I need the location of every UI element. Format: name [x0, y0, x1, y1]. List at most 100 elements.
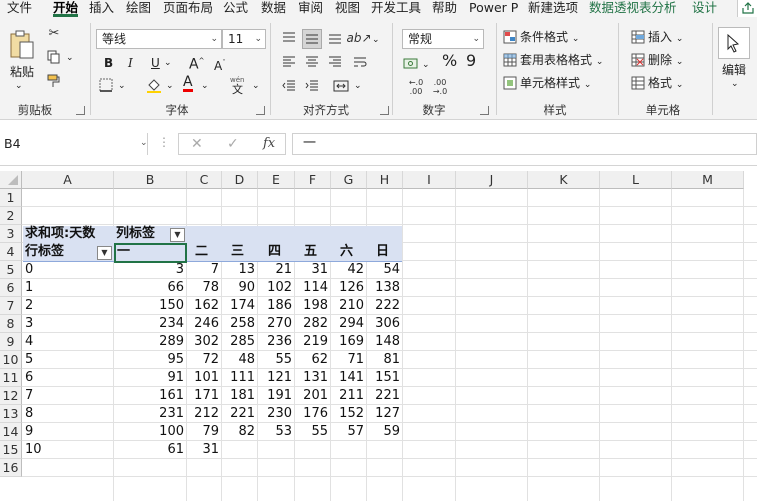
pivot-value-cell[interactable]: [258, 441, 295, 459]
phonetic-dropdown-icon[interactable]: ⌄: [252, 79, 260, 93]
pivot-value-cell[interactable]: 138: [367, 279, 403, 297]
conditional-format-button[interactable]: 条件格式 ⌄: [520, 30, 579, 46]
pivot-value-cell[interactable]: 62: [295, 351, 331, 369]
cell-styles-button[interactable]: 单元格样式 ⌄: [520, 76, 591, 92]
font-name-box[interactable]: 等线 ⌄: [96, 29, 222, 49]
comma-button[interactable]: 9: [466, 53, 476, 69]
pivot-value-cell[interactable]: 72: [187, 351, 222, 369]
tab-file[interactable]: 文件: [7, 0, 32, 17]
number-format-box[interactable]: 常规 ⌄: [402, 29, 484, 49]
pivot-value-cell[interactable]: 161: [114, 387, 187, 405]
pivot-value-cell[interactable]: 91: [114, 369, 187, 387]
column-header-i[interactable]: I: [403, 171, 456, 189]
pivot-value-cell[interactable]: 294: [331, 315, 367, 333]
pivot-value-cell[interactable]: 231: [114, 405, 187, 423]
column-header-e[interactable]: E: [258, 171, 295, 189]
pivot-value-cell[interactable]: 191: [258, 387, 295, 405]
formula-input[interactable]: 一: [292, 133, 757, 155]
pivot-value-cell[interactable]: 282: [295, 315, 331, 333]
row-header-6[interactable]: 6: [0, 279, 22, 297]
pivot-row-label-9[interactable]: 9: [25, 423, 110, 441]
pivot-value-cell[interactable]: 81: [367, 351, 403, 369]
row-header-7[interactable]: 7: [0, 297, 22, 315]
fill-color-icon[interactable]: [146, 77, 162, 93]
tab-new-options[interactable]: 新建选项: [528, 0, 578, 17]
pivot-value-cell[interactable]: 246: [187, 315, 222, 333]
pivot-col-header-7[interactable]: 日: [367, 243, 403, 261]
decrease-decimal-icon[interactable]: .00 →.0: [428, 77, 452, 97]
cancel-icon[interactable]: ✕: [191, 136, 203, 152]
pivot-corner-label[interactable]: 求和项:天数: [25, 225, 117, 243]
pivot-value-cell[interactable]: 258: [222, 315, 258, 333]
editing-label[interactable]: 编辑: [722, 63, 746, 77]
row-header-3[interactable]: 3: [0, 225, 22, 243]
pivot-value-cell[interactable]: 54: [367, 261, 403, 279]
percent-button[interactable]: %: [442, 53, 457, 69]
pivot-value-cell[interactable]: 285: [222, 333, 258, 351]
pivot-value-cell[interactable]: 42: [331, 261, 367, 279]
pivot-value-cell[interactable]: 78: [187, 279, 222, 297]
pivot-value-cell[interactable]: 236: [258, 333, 295, 351]
column-header-a[interactable]: A: [22, 171, 114, 189]
delete-cells-button[interactable]: 删除 ⌄: [648, 53, 683, 69]
column-header-l[interactable]: L: [600, 171, 672, 189]
align-middle-icon[interactable]: [302, 29, 322, 49]
pivot-value-cell[interactable]: 270: [258, 315, 295, 333]
tab-home[interactable]: 开始: [53, 0, 79, 17]
tab-power-pivot[interactable]: Power P: [469, 0, 518, 17]
pivot-row-label-4[interactable]: 4: [25, 333, 110, 351]
pivot-value-cell[interactable]: 306: [367, 315, 403, 333]
insert-cells-button[interactable]: 插入 ⌄: [648, 30, 683, 46]
pivot-value-cell[interactable]: 302: [187, 333, 222, 351]
pivot-row-label-10[interactable]: 10: [25, 441, 110, 459]
row-label-filter-button[interactable]: ▼: [97, 246, 112, 260]
copy-dropdown-icon[interactable]: ⌄: [66, 51, 74, 65]
align-bottom-icon[interactable]: [326, 29, 344, 47]
pivot-value-cell[interactable]: 31: [295, 261, 331, 279]
clipboard-launcher-icon[interactable]: [76, 106, 85, 115]
column-header-c[interactable]: C: [187, 171, 222, 189]
pivot-value-cell[interactable]: 82: [222, 423, 258, 441]
pivot-value-cell[interactable]: 57: [331, 423, 367, 441]
pivot-value-cell[interactable]: 198: [295, 297, 331, 315]
pivot-row-label-8[interactable]: 8: [25, 405, 110, 423]
spreadsheet-grid[interactable]: ABCDEFGHIJKLM 1 2 3 4 5 6 7 8 9 10 11 12 13 14 15 16 求和…: [0, 171, 757, 501]
tab-pivot-analyze[interactable]: 数据透视表分析: [589, 0, 677, 17]
column-header-m[interactable]: M: [672, 171, 744, 189]
column-header-h[interactable]: H: [367, 171, 403, 189]
underline-button[interactable]: U: [151, 56, 160, 70]
format-painter-icon[interactable]: [46, 73, 62, 89]
underline-dropdown-icon[interactable]: ⌄: [164, 56, 172, 70]
pivot-value-cell[interactable]: [295, 441, 331, 459]
pivot-value-cell[interactable]: 111: [222, 369, 258, 387]
row-header-15[interactable]: 15: [0, 441, 22, 459]
tab-data[interactable]: 数据: [261, 0, 286, 17]
pivot-value-cell[interactable]: 101: [187, 369, 222, 387]
format-cells-icon[interactable]: [630, 75, 646, 91]
orientation-icon[interactable]: ab↗: [346, 29, 371, 47]
pivot-value-cell[interactable]: 201: [295, 387, 331, 405]
font-color-button[interactable]: A: [183, 75, 193, 92]
row-header-9[interactable]: 9: [0, 333, 22, 351]
tab-review[interactable]: 审阅: [298, 0, 323, 17]
editing-dropdown-icon[interactable]: ⌄: [731, 77, 739, 91]
borders-dropdown-icon[interactable]: ⌄: [118, 79, 126, 93]
pivot-col-header-3[interactable]: 三: [222, 243, 258, 261]
cell-styles-icon[interactable]: [502, 75, 518, 91]
pivot-value-cell[interactable]: 3: [114, 261, 187, 279]
pivot-row-label-0[interactable]: 0: [25, 261, 110, 279]
pivot-value-cell[interactable]: 162: [187, 297, 222, 315]
copy-icon[interactable]: [46, 49, 62, 65]
pivot-row-label-5[interactable]: 5: [25, 351, 110, 369]
pivot-row-label-2[interactable]: 2: [25, 297, 110, 315]
pivot-value-cell[interactable]: 222: [367, 297, 403, 315]
tab-formulas[interactable]: 公式: [223, 0, 248, 17]
pivot-value-cell[interactable]: 31: [187, 441, 222, 459]
pivot-value-cell[interactable]: 48: [222, 351, 258, 369]
shrink-font-button[interactable]: Aˇ: [214, 56, 226, 73]
enter-icon[interactable]: ✓: [227, 136, 239, 152]
pivot-row-label-1[interactable]: 1: [25, 279, 110, 297]
column-header-g[interactable]: G: [331, 171, 367, 189]
pivot-value-cell[interactable]: 13: [222, 261, 258, 279]
column-header-b[interactable]: B: [114, 171, 187, 189]
